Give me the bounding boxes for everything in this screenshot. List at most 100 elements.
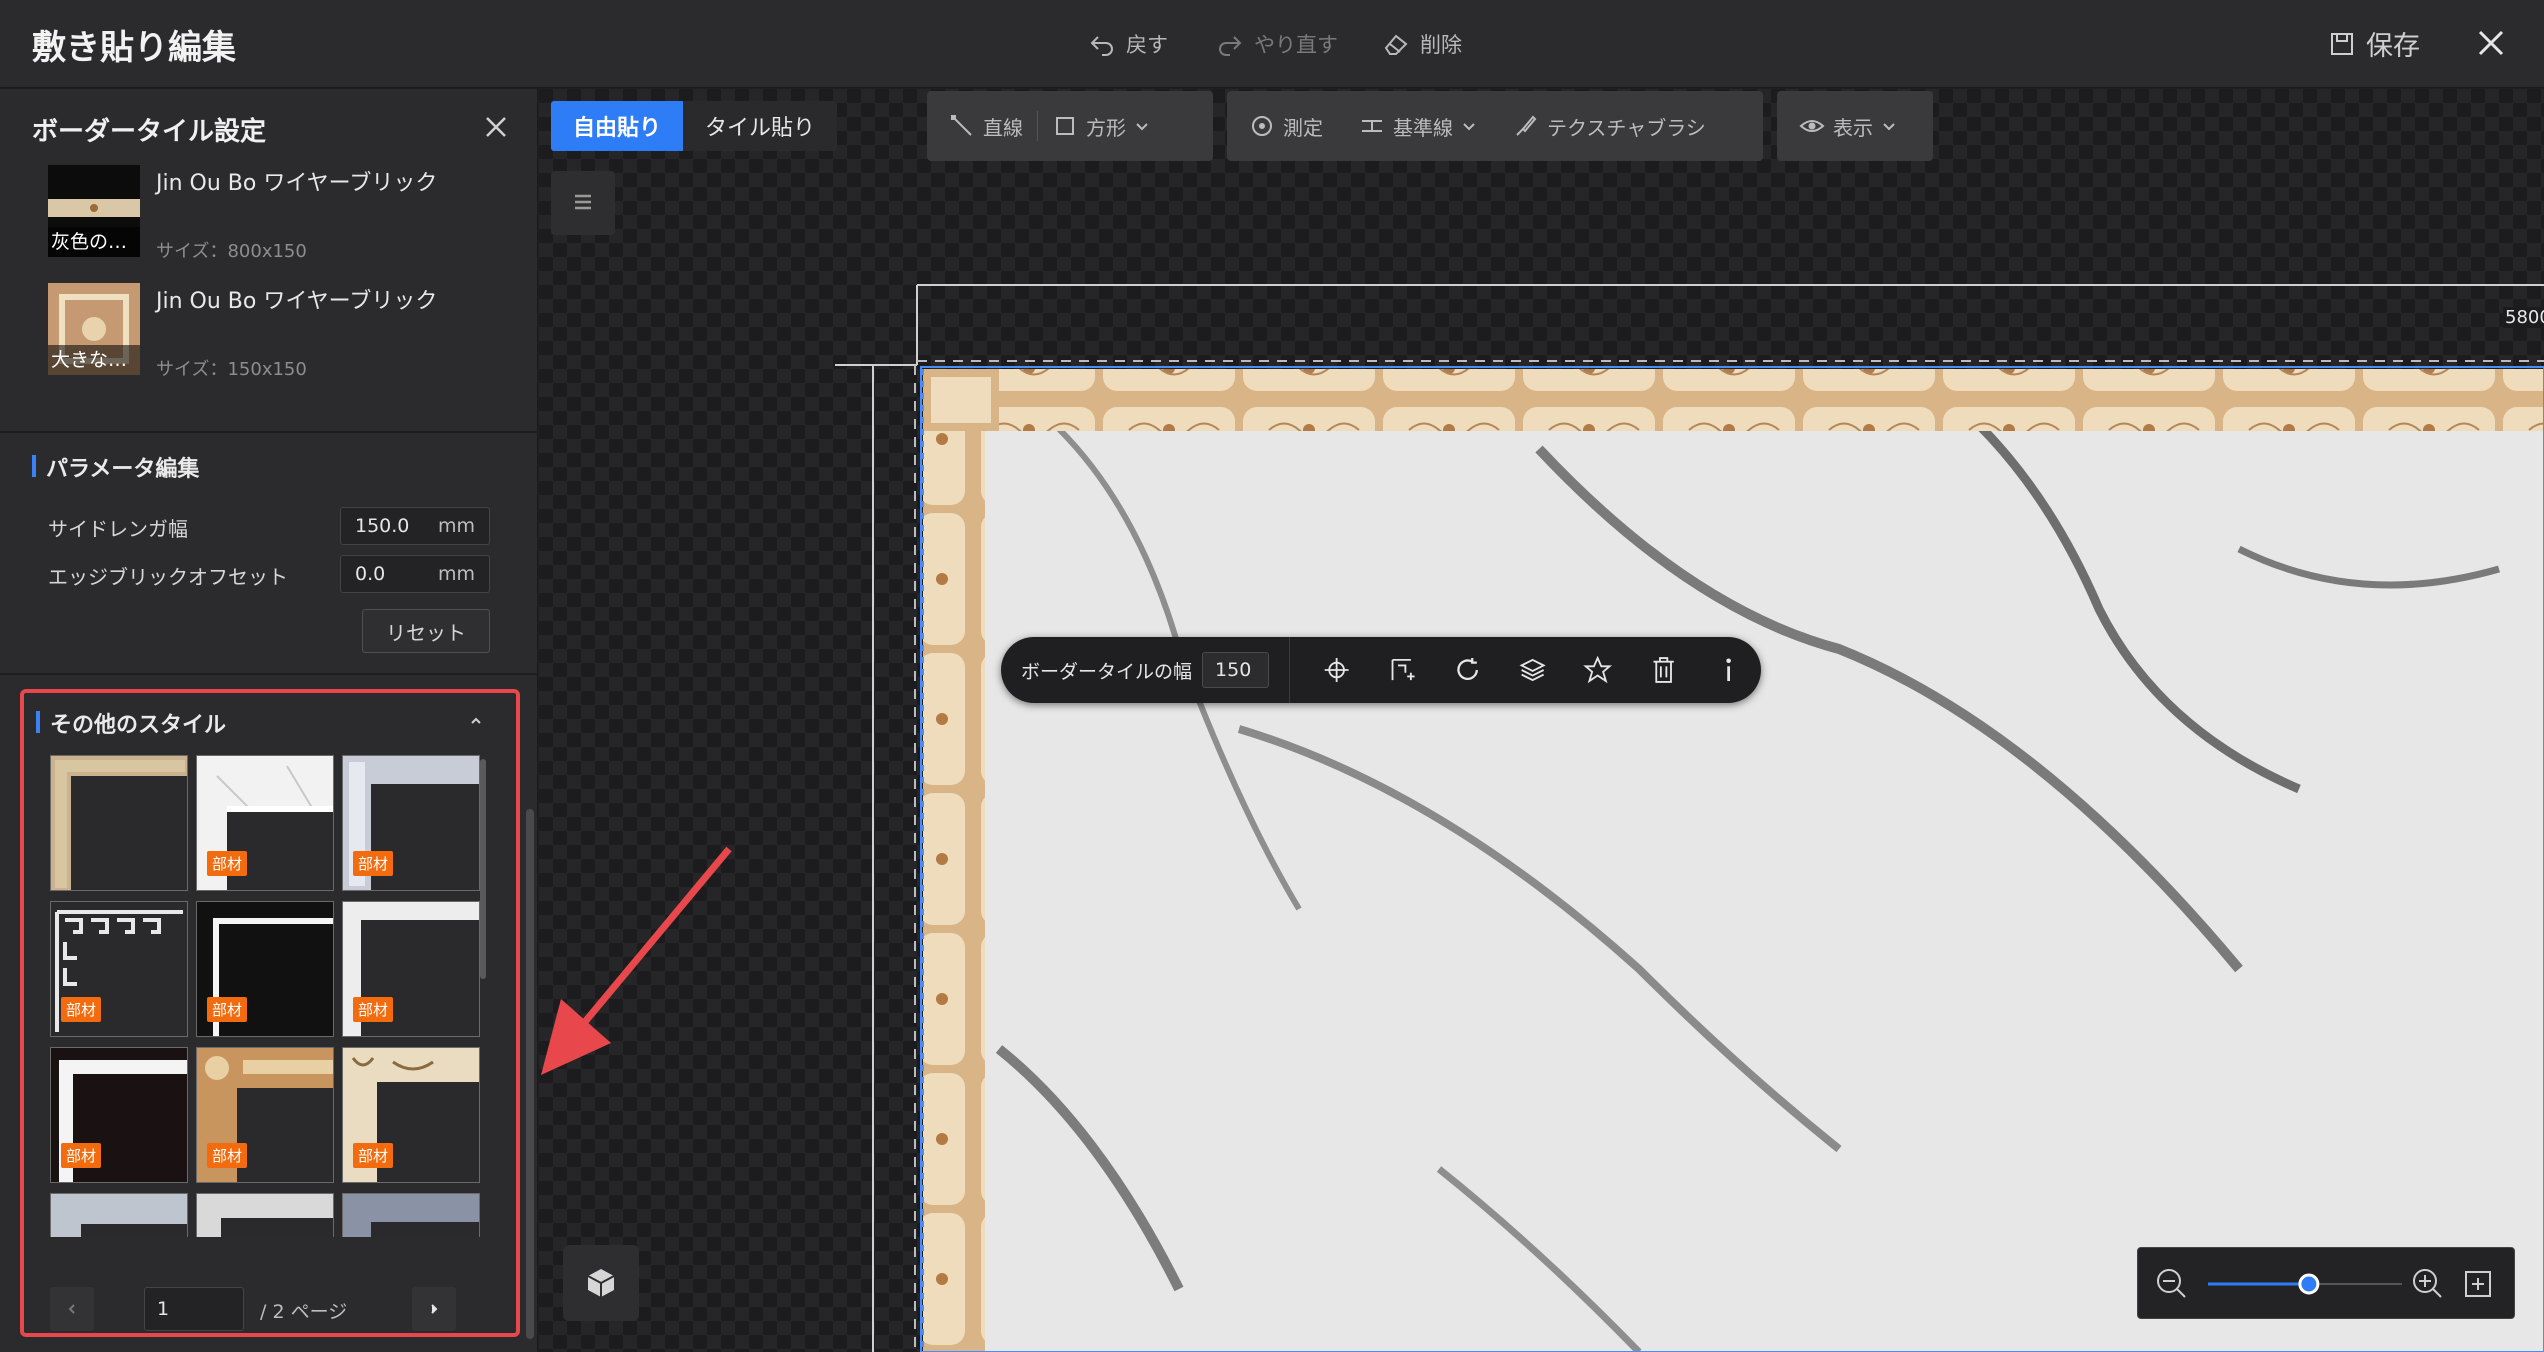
close-panel-icon[interactable] — [482, 113, 510, 141]
component-badge: 部材 — [61, 1143, 102, 1168]
style-grid: 部材 部材 部材 部材 部材 部材 部材 部材 — [50, 755, 480, 1237]
style-option[interactable]: 部材 — [342, 1047, 480, 1183]
floor-drawing[interactable] — [539, 89, 2544, 1352]
style-option[interactable] — [50, 1193, 188, 1237]
tile-size: サイズ：150x150 — [156, 359, 307, 380]
redo-label: やり直す — [1254, 33, 1338, 57]
save-icon — [2331, 32, 2353, 55]
component-badge: 部材 — [353, 851, 394, 876]
component-badge: 部材 — [61, 997, 102, 1022]
tile-thumbnail: 灰色の… — [48, 165, 140, 257]
chevron-left-icon — [68, 1304, 75, 1314]
selected-tile-item[interactable]: 大きな… Jin Ou Bo ワイヤーブリック サイズ：150x150 — [48, 283, 488, 383]
redo-button[interactable]: やり直す — [1216, 24, 1338, 64]
tile-caption: 灰色の… — [48, 227, 140, 257]
zoom-out-icon[interactable] — [2152, 1264, 2192, 1304]
reset-button[interactable]: リセット — [362, 609, 490, 653]
eraser-icon — [1384, 34, 1408, 55]
component-badge: 部材 — [207, 997, 248, 1022]
style-grid-scrollbar[interactable] — [480, 759, 486, 979]
zoom-slider[interactable] — [2206, 1270, 2404, 1298]
crosshair-icon[interactable] — [1321, 653, 1352, 687]
editing-canvas[interactable]: 自由貼り タイル貼り 直線 方形 測定 基準線 テクスチャブラシ 表示 580 … — [539, 89, 2544, 1352]
prev-page-button[interactable] — [50, 1287, 94, 1331]
style-option[interactable]: 部材 — [342, 755, 480, 891]
style-option[interactable]: 部材 — [50, 1047, 188, 1183]
style-option[interactable]: 部材 — [196, 1047, 334, 1183]
side-brick-width-input[interactable]: 150.0 mm — [340, 507, 490, 545]
redo-icon — [1219, 36, 1242, 56]
window-title: 敷き貼り編集 — [32, 28, 236, 68]
add-area-icon[interactable] — [1387, 653, 1418, 687]
style-preview — [51, 756, 187, 890]
params-section-title: パラメータ編集 — [32, 451, 199, 483]
undo-button[interactable]: 戻す — [1088, 24, 1168, 64]
panel-title: ボーダータイル設定 — [32, 117, 267, 147]
tile-thumbnail: 大きな… — [48, 283, 140, 375]
next-page-button[interactable] — [412, 1287, 456, 1331]
component-badge: 部材 — [353, 997, 394, 1022]
component-badge: 部材 — [207, 851, 248, 876]
save-label: 保存 — [2366, 31, 2420, 62]
divider — [0, 431, 538, 433]
title-bar: 敷き貼り編集 戻す やり直す 削除 保存 — [0, 0, 2544, 88]
save-button[interactable]: 保存 — [2328, 24, 2420, 63]
separator — [1289, 637, 1291, 703]
side-brick-width-label: サイドレンガ幅 — [48, 517, 188, 541]
close-window-icon[interactable] — [2470, 22, 2512, 64]
style-option[interactable] — [50, 755, 188, 891]
fit-screen-icon[interactable] — [2460, 1266, 2496, 1302]
style-option[interactable] — [196, 1193, 334, 1237]
cube-icon — [587, 1269, 615, 1297]
unit-label: mm — [437, 563, 475, 585]
edge-offset-label: エッジブリックオフセット — [48, 565, 288, 589]
other-styles-section: その他のスタイル 部材 部材 部材 部材 部材 部材 部材 部材 1 / 2 ペ… — [20, 689, 520, 1337]
zoom-control — [2137, 1247, 2515, 1319]
chevron-up-icon[interactable] — [466, 711, 486, 731]
undo-icon — [1090, 36, 1113, 56]
tile-name: Jin Ou Bo ワイヤーブリック — [156, 289, 438, 314]
other-styles-title: その他のスタイル — [36, 707, 226, 739]
annotation-arrow — [541, 846, 732, 1075]
component-badge: 部材 — [207, 1143, 248, 1168]
style-option[interactable] — [342, 1193, 480, 1237]
page-number-input[interactable]: 1 — [144, 1287, 244, 1331]
info-icon[interactable] — [1713, 653, 1744, 687]
tile-name: Jin Ou Bo ワイヤーブリック — [156, 171, 438, 196]
star-icon[interactable] — [1582, 653, 1613, 687]
selected-tile-item[interactable]: 灰色の… Jin Ou Bo ワイヤーブリック サイズ：800x150 — [48, 165, 488, 265]
side-brick-width-value: 150.0 — [355, 515, 410, 537]
layers-icon[interactable] — [1517, 653, 1548, 687]
tile-size: サイズ：800x150 — [156, 241, 307, 262]
rotate-icon[interactable] — [1452, 653, 1483, 687]
border-tile-floating-toolbar: ボーダータイルの幅 150 — [1001, 637, 1761, 703]
style-option[interactable]: 部材 — [196, 755, 334, 891]
style-option[interactable]: 部材 — [196, 901, 334, 1037]
border-tile-settings-panel: ボーダータイル設定 灰色の… Jin Ou Bo ワイヤーブリック サイズ：80… — [0, 89, 538, 1352]
style-option[interactable]: 部材 — [342, 901, 480, 1037]
style-preview — [197, 1194, 333, 1237]
total-pages-label: / 2 ページ — [260, 1301, 348, 1323]
pagination: 1 / 2 ページ — [50, 1287, 480, 1331]
edge-offset-value: 0.0 — [355, 563, 386, 585]
style-preview — [343, 1194, 479, 1237]
style-option[interactable]: 部材 — [50, 901, 188, 1037]
style-preview — [51, 1194, 187, 1237]
unit-label: mm — [437, 515, 475, 537]
border-width-input[interactable]: 150 — [1202, 652, 1270, 688]
chevron-right-icon — [431, 1304, 438, 1314]
component-badge: 部材 — [353, 1143, 394, 1168]
delete-button[interactable]: 削除 — [1382, 24, 1462, 64]
trash-icon[interactable] — [1648, 653, 1679, 687]
undo-label: 戻す — [1126, 33, 1168, 57]
ruler-dimension: 5800 — [2503, 307, 2544, 328]
panel-scrollbar[interactable] — [526, 809, 534, 1339]
zoom-in-icon[interactable] — [2408, 1264, 2448, 1304]
edge-offset-input[interactable]: 0.0 mm — [340, 555, 490, 593]
tile-caption: 大きな… — [48, 345, 140, 375]
delete-label: 削除 — [1420, 33, 1462, 57]
divider — [0, 673, 538, 675]
tile-edit-window: 敷き貼り編集 戻す やり直す 削除 保存 ボーダータイル設定 灰色の… Jin … — [0, 0, 2544, 1352]
3d-view-button[interactable] — [563, 1245, 639, 1321]
border-width-label: ボーダータイルの幅 — [1021, 660, 1193, 683]
